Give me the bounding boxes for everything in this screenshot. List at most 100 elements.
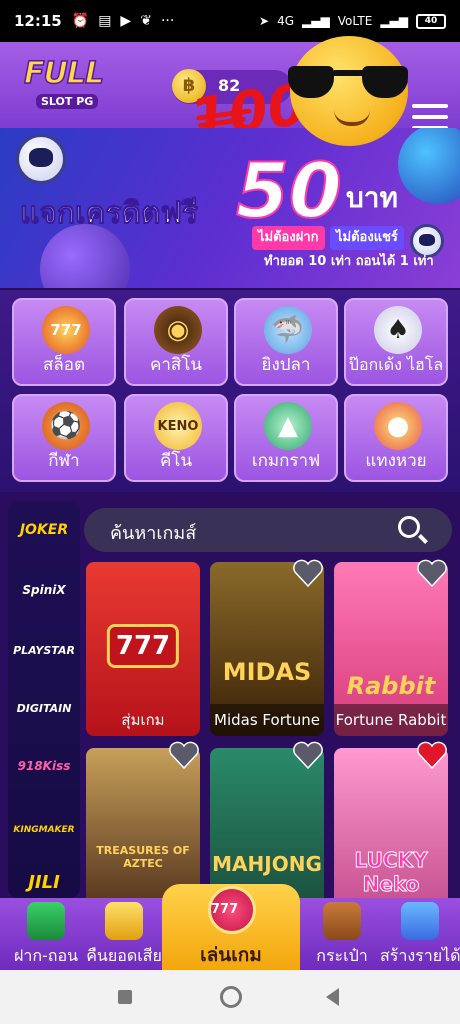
provider-list: JOKER SpiniX PLAYSTAR DIGITAIN 918Kiss K… — [8, 502, 80, 898]
banner-tag-no-share: ไม่ต้องแชร์ — [330, 226, 404, 250]
recents-button[interactable] — [118, 990, 132, 1004]
lottery-balls-icon: ● — [374, 402, 422, 450]
game-tile-treasures-of-aztec[interactable]: TREASURES OF AZTEC — [86, 748, 200, 898]
banner-subline: ทำยอด 10 เท่า ถอนได้ 1 เท่า — [264, 254, 434, 269]
system-nav-bar — [0, 970, 460, 1024]
favorite-heart-icon[interactable] — [292, 740, 324, 770]
game-grid: 777 สุ่มเกม MIDAS Midas Fortune Rabbit F… — [84, 558, 460, 898]
sunglasses-emoji — [288, 36, 408, 146]
astronaut-icon — [16, 134, 66, 184]
provider-digitain[interactable]: DIGITAIN — [8, 688, 80, 728]
nav-play-games[interactable]: 777 เล่นเกม — [162, 884, 300, 970]
more-dots-icon: ··· — [160, 13, 175, 29]
favorite-heart-icon[interactable] — [416, 558, 448, 588]
home-button[interactable] — [220, 986, 242, 1008]
alarm-icon: ⏰ — [71, 13, 90, 29]
provider-jili[interactable]: JILI — [8, 862, 80, 898]
logo-text: FULL — [23, 55, 105, 92]
game-search-input[interactable]: ค้นหาเกมส์ — [84, 508, 452, 552]
planet-graphic-2 — [398, 128, 460, 204]
nav-label: คืนยอดเสีย — [86, 946, 162, 965]
category-lottery[interactable]: ● แทงหวย — [344, 394, 448, 482]
game-tile-random[interactable]: 777 สุ่มเกม — [86, 562, 200, 736]
clock: 12:15 — [14, 12, 62, 30]
category-pokdeng-hilo[interactable]: ♠ ป๊อกเด้ง ไฮโล — [344, 298, 448, 386]
sports-ball-icon: ⚽ — [42, 402, 90, 450]
banner-unit: บาท — [346, 181, 398, 214]
money-icon — [27, 902, 65, 940]
signal-icon-2: ▂▄▆ — [380, 14, 408, 28]
provider-playstar[interactable]: PLAYSTAR — [8, 630, 80, 670]
favorite-heart-icon[interactable] — [292, 558, 324, 588]
nav-label: กระเป๋า — [316, 946, 368, 965]
game-tile-mahjong-ways[interactable]: MAHJONG — [210, 748, 324, 898]
game-art: LUCKY Neko — [354, 848, 428, 897]
network-type: 4G — [277, 14, 295, 28]
game-title: Fortune Rabbit — [334, 704, 448, 736]
category-label: กีฬา — [48, 451, 80, 471]
youtube-icon: ▶ — [120, 13, 132, 29]
message-icon: ▤ — [98, 13, 112, 29]
provider-kingmaker[interactable]: KINGMAKER — [8, 810, 80, 850]
category-label: เกมกราฟ — [251, 451, 321, 471]
logo-subtext: SLOT PG — [36, 94, 99, 109]
game-title: สุ่มเกม — [121, 711, 165, 729]
game-art: Rabbit — [346, 672, 436, 700]
game-art: 777 — [106, 624, 180, 668]
category-label: แทงหวย — [365, 451, 427, 471]
provider-918kiss[interactable]: 918Kiss — [8, 746, 80, 786]
nav-cashback[interactable]: คืนยอดเสีย — [78, 898, 170, 970]
cashback-icon — [105, 902, 143, 940]
leaf-icon: ❦ — [140, 13, 152, 29]
game-art: MAHJONG — [212, 852, 322, 876]
people-icon — [401, 902, 439, 940]
brand-logo[interactable]: FULL SLOT PG — [18, 55, 105, 116]
provider-joker[interactable]: JOKER — [8, 510, 80, 550]
status-bar: 12:15 ⏰ ▤ ▶ ❦ ··· ➤ 4G ▂▄▆ VoLTE ▂▄▆ 40 — [0, 0, 460, 42]
nav-wallet[interactable]: กระเป๋า — [296, 898, 388, 970]
category-sports[interactable]: ⚽ กีฬา — [12, 394, 116, 482]
category-graph[interactable]: ▲ เกมกราฟ — [234, 394, 338, 482]
search-icon[interactable] — [398, 516, 420, 538]
game-art: MIDAS — [222, 658, 312, 686]
slot-machine-icon: 777 — [42, 306, 90, 354]
nav-label: เล่นเกม — [200, 944, 262, 966]
category-slot[interactable]: 777 สล็อต — [12, 298, 116, 386]
nav-label: สร้างรายได้ — [380, 946, 460, 965]
category-fishing[interactable]: 🦈 ยิงปลา — [234, 298, 338, 386]
game-tile-lucky-neko[interactable]: LUCKY Neko — [334, 748, 448, 898]
category-keno[interactable]: KENO คีโน — [124, 394, 228, 482]
category-label: คาสิโน — [149, 355, 203, 375]
playing-cards-icon: ♠ — [374, 306, 422, 354]
game-title: Midas Fortune — [210, 704, 324, 736]
banner-headline: แจกเครดิตฟรี — [20, 196, 199, 232]
signal-icon: ▂▄▆ — [302, 14, 330, 28]
wallet-icon — [323, 902, 361, 940]
category-label: ยิงปลา — [261, 355, 311, 375]
game-art: TREASURES OF AZTEC — [96, 844, 190, 870]
category-grid: 777 สล็อต ◉ คาสิโน 🦈 ยิงปลา ♠ ป๊อกเด้ง ไ… — [0, 290, 460, 492]
banner-amount: 50 — [235, 145, 343, 236]
banner-tag-no-deposit: ไม่ต้องฝาก — [252, 226, 325, 250]
nav-affiliate[interactable]: สร้างรายได้ — [380, 898, 460, 970]
category-casino[interactable]: ◉ คาสิโน — [124, 298, 228, 386]
favorite-heart-icon[interactable] — [168, 740, 200, 770]
category-label: สล็อต — [42, 355, 86, 375]
roulette-icon: ◉ — [154, 306, 202, 354]
favorite-heart-filled-icon[interactable] — [416, 740, 448, 770]
category-label: ป๊อกเด้ง ไฮโล — [348, 355, 444, 374]
category-label: คีโน — [159, 451, 193, 471]
provider-spinix[interactable]: SpiniX — [8, 570, 80, 610]
slot-777-icon: 777 — [208, 886, 256, 934]
battery-icon: 40 — [416, 13, 446, 29]
game-tile-midas-fortune[interactable]: MIDAS Midas Fortune — [210, 562, 324, 736]
promo-banner[interactable]: แจกเครดิตฟรี 50 บาท ไม่ต้องฝาก ไม่ต้องแช… — [0, 128, 460, 288]
game-tile-fortune-rabbit[interactable]: Rabbit Fortune Rabbit — [334, 562, 448, 736]
keno-icon: KENO — [154, 402, 202, 450]
volte-badge: VoLTE — [337, 14, 373, 28]
location-icon: ➤ — [259, 14, 270, 28]
search-placeholder: ค้นหาเกมส์ — [110, 523, 197, 544]
shark-icon: 🦈 — [264, 306, 312, 354]
back-button[interactable] — [326, 988, 339, 1006]
graph-icon: ▲ — [264, 402, 312, 450]
